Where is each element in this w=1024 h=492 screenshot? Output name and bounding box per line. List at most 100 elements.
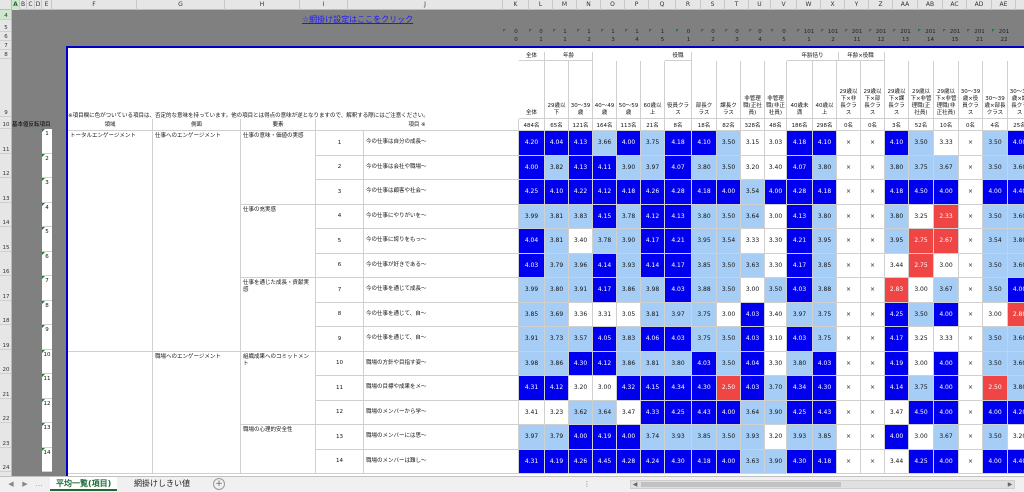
score-cell[interactable]: 4.18 (692, 449, 717, 474)
score-cell[interactable]: 3.99 (519, 204, 545, 229)
score-cell[interactable]: 4.00 (983, 400, 1008, 425)
element-commitment[interactable]: 組織成果へのコミットメント (241, 351, 316, 425)
score-cell[interactable]: × (861, 376, 885, 401)
item-number[interactable]: 5 (316, 229, 364, 254)
score-cell[interactable]: 4.14 (641, 253, 665, 278)
score-cell[interactable]: 3.50 (909, 302, 934, 327)
score-cell[interactable]: 4.30 (692, 376, 717, 401)
score-cell[interactable]: 3.50 (765, 278, 787, 303)
score-cell[interactable]: 3.36 (569, 302, 593, 327)
column-header[interactable]: L (529, 0, 553, 10)
score-cell[interactable]: 4.14 (593, 253, 617, 278)
element-growth[interactable]: 仕事を通じた成長・貢献実感 (241, 278, 316, 352)
score-cell[interactable]: 3.64 (741, 204, 765, 229)
score-cell[interactable]: 3.60 (1008, 327, 1024, 352)
score-cell[interactable]: 4.31 (519, 376, 545, 401)
score-cell[interactable]: 3.23 (545, 400, 569, 425)
score-cell[interactable]: 3.80 (885, 204, 909, 229)
score-cell[interactable]: 4.18 (813, 449, 837, 474)
column-header[interactable]: D (35, 0, 42, 10)
score-cell[interactable]: 3.86 (617, 351, 641, 376)
score-cell[interactable]: 3.97 (641, 155, 665, 180)
score-cell[interactable]: 3.75 (909, 376, 934, 401)
score-cell[interactable]: × (837, 351, 861, 376)
score-cell[interactable]: 3.25 (909, 204, 934, 229)
score-cell[interactable]: 4.10 (813, 131, 837, 156)
score-cell[interactable]: 4.03 (787, 278, 813, 303)
row-header[interactable]: 12 (0, 154, 11, 178)
score-cell[interactable]: 4.30 (813, 376, 837, 401)
score-cell[interactable]: 4.10 (885, 131, 909, 156)
score-cell[interactable]: 3.10 (765, 327, 787, 352)
score-cell[interactable]: 4.31 (519, 449, 545, 474)
score-cell[interactable]: × (837, 278, 861, 303)
score-cell[interactable]: 3.57 (569, 327, 593, 352)
score-cell[interactable]: 2.50 (983, 376, 1008, 401)
item-text[interactable]: 今の仕事にやりがいを～ (364, 204, 519, 229)
score-cell[interactable]: 3.85 (813, 253, 837, 278)
score-cell[interactable]: 4.22 (569, 180, 593, 205)
row-header[interactable]: 8 (0, 50, 11, 59)
score-cell[interactable]: 3.75 (813, 302, 837, 327)
score-cell[interactable]: 4.03 (741, 302, 765, 327)
score-cell[interactable]: 3.90 (765, 449, 787, 474)
select-all-corner[interactable] (0, 0, 12, 10)
score-cell[interactable]: 2.33 (934, 204, 959, 229)
score-cell[interactable]: 4.25 (909, 449, 934, 474)
score-cell[interactable]: 4.19 (885, 351, 909, 376)
score-cell[interactable]: 3.00 (983, 302, 1008, 327)
score-cell[interactable]: 3.03 (765, 131, 787, 156)
score-cell[interactable]: 3.85 (813, 425, 837, 450)
item-text[interactable]: 職場の方針や目指す姿～ (364, 351, 519, 376)
item-number[interactable]: 1 (316, 131, 364, 156)
score-cell[interactable]: 3.00 (593, 376, 617, 401)
row-header[interactable]: 22 (0, 399, 11, 423)
score-cell[interactable]: 4.30 (787, 449, 813, 474)
score-cell[interactable]: 3.20 (741, 155, 765, 180)
score-cell[interactable]: 3.80 (787, 351, 813, 376)
score-cell[interactable]: 3.54 (983, 229, 1008, 254)
score-cell[interactable]: 3.63 (741, 253, 765, 278)
score-cell[interactable]: × (861, 155, 885, 180)
score-cell[interactable]: 3.86 (617, 278, 641, 303)
row-header[interactable]: 17 (0, 276, 11, 301)
score-cell[interactable]: 4.10 (692, 131, 717, 156)
score-cell[interactable]: 4.28 (665, 180, 692, 205)
score-cell[interactable]: 3.00 (909, 425, 934, 450)
score-cell[interactable]: 3.50 (717, 131, 741, 156)
item-text[interactable]: 職場のメンバーは難し～ (364, 449, 519, 474)
score-cell[interactable]: 3.30 (765, 229, 787, 254)
score-cell[interactable]: × (861, 229, 885, 254)
item-number[interactable]: 9 (316, 327, 364, 352)
score-cell[interactable]: 4.50 (909, 180, 934, 205)
score-cell[interactable]: 3.85 (519, 302, 545, 327)
score-cell[interactable]: 3.30 (765, 351, 787, 376)
element-safety[interactable]: 職場の心理的安全性 (241, 425, 316, 474)
tab-options-icon[interactable]: ⋮ (582, 479, 592, 489)
score-cell[interactable]: 3.50 (983, 327, 1008, 352)
score-cell[interactable]: 4.19 (545, 449, 569, 474)
score-cell[interactable]: 3.44 (885, 449, 909, 474)
score-cell[interactable]: 3.50 (717, 253, 741, 278)
column-header[interactable]: AD (967, 0, 992, 10)
score-cell[interactable]: 3.86 (545, 351, 569, 376)
score-cell[interactable]: × (959, 351, 983, 376)
score-cell[interactable]: 3.67 (934, 155, 959, 180)
column-header[interactable]: AC (943, 0, 967, 10)
score-cell[interactable]: 3.90 (617, 155, 641, 180)
score-cell[interactable]: × (861, 425, 885, 450)
item-number[interactable]: 13 (316, 425, 364, 450)
score-cell[interactable]: 3.90 (617, 229, 641, 254)
score-cell[interactable]: 3.79 (545, 253, 569, 278)
score-cell[interactable]: 4.20 (1008, 400, 1024, 425)
item-text[interactable]: 今の仕事に誇りをもっ～ (364, 229, 519, 254)
row-header[interactable]: 21 (0, 374, 11, 399)
score-cell[interactable]: 4.00 (983, 180, 1008, 205)
score-cell[interactable]: × (837, 180, 861, 205)
score-cell[interactable]: 4.30 (665, 449, 692, 474)
score-cell[interactable]: 3.66 (593, 131, 617, 156)
item-text[interactable]: 今の仕事は会社や職場～ (364, 155, 519, 180)
score-cell[interactable]: 4.17 (787, 253, 813, 278)
scroll-right-icon[interactable]: ▶ (1006, 481, 1014, 488)
sheet-area[interactable]: ☆網掛け設定はここをクリック 0001111213141501020304051… (12, 10, 1024, 476)
